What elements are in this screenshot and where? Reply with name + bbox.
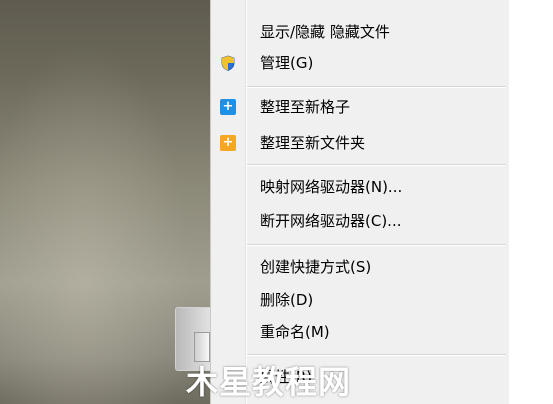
watermark: 木星教程网 bbox=[186, 363, 352, 401]
drive-icon-body bbox=[194, 332, 210, 362]
menu-item-label: 整理至新文件夹 bbox=[260, 134, 366, 152]
menu-separator bbox=[247, 86, 506, 88]
menu-item-disconnect-network-drive[interactable]: 断开网络驱动器(C)... bbox=[211, 204, 507, 238]
menu-item-label: 断开网络驱动器(C)... bbox=[260, 212, 402, 230]
menu-item-rename[interactable]: 重命名(M) bbox=[211, 315, 507, 349]
menu-item-label: 显示/隐藏 隐藏文件 bbox=[260, 23, 390, 41]
shield-icon bbox=[220, 55, 236, 71]
menu-item-label: 删除(D) bbox=[260, 291, 314, 309]
menu-item-organize-new-folder[interactable]: + 整理至新文件夹 bbox=[211, 126, 507, 160]
menu-item-label: 映射网络驱动器(N)... bbox=[260, 178, 403, 196]
menu-item-manage[interactable]: 管理(G) bbox=[211, 46, 507, 80]
menu-item-label: 重命名(M) bbox=[260, 323, 330, 341]
menu-separator bbox=[247, 164, 506, 166]
menu-item-label: 管理(G) bbox=[260, 54, 314, 72]
new-fence-icon: + bbox=[220, 99, 236, 115]
menu-item-label: 整理至新格子 bbox=[260, 98, 351, 116]
menu-item-label: 创建快捷方式(S) bbox=[260, 258, 372, 276]
menu-item-map-network-drive[interactable]: 映射网络驱动器(N)... bbox=[211, 170, 507, 204]
menu-separator bbox=[247, 244, 506, 246]
menu-separator bbox=[247, 354, 506, 356]
menu-item-delete[interactable]: 删除(D) bbox=[211, 283, 507, 317]
right-window-area bbox=[508, 0, 553, 404]
new-folder-icon: + bbox=[220, 135, 236, 151]
menu-item-toggle-hidden-files[interactable]: 显示/隐藏 隐藏文件 bbox=[211, 15, 507, 49]
menu-item-organize-new-fence[interactable]: + 整理至新格子 bbox=[211, 90, 507, 124]
menu-item-create-shortcut[interactable]: 创建快捷方式(S) bbox=[211, 250, 507, 284]
